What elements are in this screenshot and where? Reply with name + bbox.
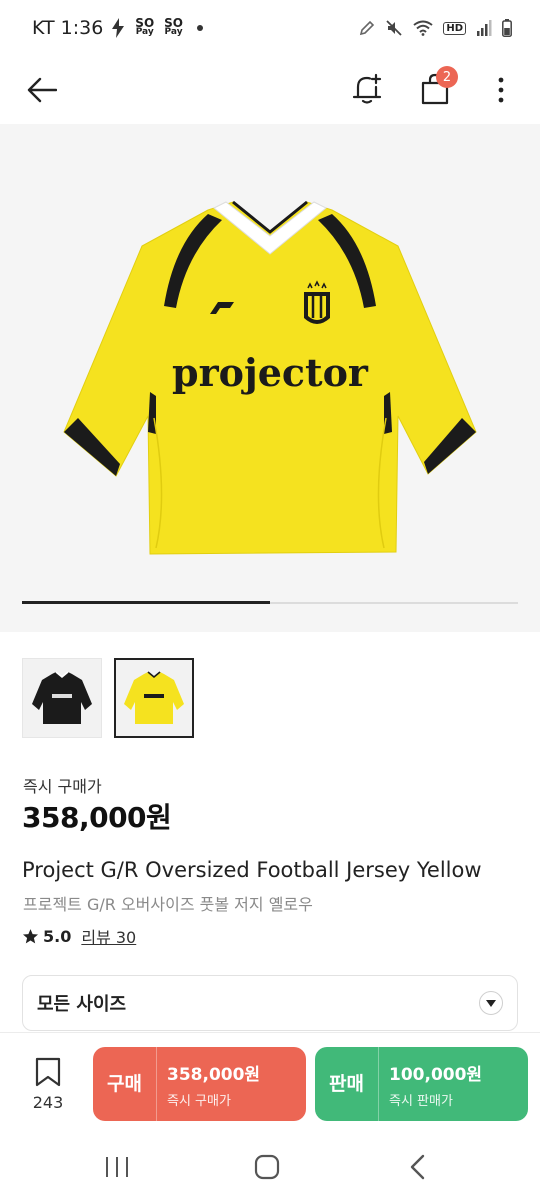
sell-button-kind: 판매 xyxy=(315,1047,379,1121)
recent-apps-icon xyxy=(106,1157,128,1177)
sell-button-price: 100,000원 xyxy=(389,1064,483,1085)
home-icon xyxy=(254,1154,280,1180)
buy-button-price: 358,000원 xyxy=(167,1064,261,1085)
thumbnail-yellow-jersey[interactable] xyxy=(114,658,194,738)
notification-add-button[interactable] xyxy=(346,68,388,110)
rating-score: 5.0 xyxy=(43,926,72,946)
back-button[interactable] xyxy=(22,70,62,110)
system-nav-bar xyxy=(0,1128,540,1200)
wifi-icon xyxy=(413,20,433,36)
rating-row: 5.0 리뷰 30 xyxy=(22,924,136,948)
nav-back-icon xyxy=(410,1154,425,1180)
charging-icon xyxy=(112,18,125,38)
bookmark-count: 243 xyxy=(32,1093,64,1112)
pay-indicator-2: SO Pay xyxy=(164,16,183,37)
black-jersey-thumbnail-image xyxy=(32,671,92,724)
network-hd-badge: HD xyxy=(443,21,466,35)
notification-dot xyxy=(196,25,203,31)
product-price: 358,000원 xyxy=(22,801,172,834)
more-options-button[interactable] xyxy=(486,70,516,110)
image-carousel-progress xyxy=(22,601,518,604)
review-link[interactable]: 리뷰 30 xyxy=(81,924,136,948)
app-bar: 2 xyxy=(0,56,540,124)
pen-icon xyxy=(360,20,375,36)
thumbnail-strip xyxy=(22,658,194,738)
home-button[interactable] xyxy=(254,1154,280,1184)
more-vertical-icon xyxy=(498,77,504,103)
sell-button[interactable]: 판매 100,000원 즉시 판매가 xyxy=(315,1047,528,1121)
carousel-progress-fill xyxy=(22,601,270,604)
bookmark-button[interactable]: 243 xyxy=(22,1057,74,1112)
product-title-ko: 프로젝트 G/R 오버사이즈 풋볼 저지 옐로우 xyxy=(23,895,313,914)
bottom-action-bar: 243 구매 358,000원 즉시 구매가 판매 100,000원 즉시 판매… xyxy=(0,1032,540,1128)
size-selector-label: 모든 사이즈 xyxy=(37,994,127,1015)
thumbnail-black-jersey[interactable] xyxy=(22,658,102,738)
pay-indicator: SO Pay xyxy=(135,16,155,37)
star-icon xyxy=(22,928,39,943)
jersey-image: projector xyxy=(63,200,477,555)
buy-button[interactable]: 구매 358,000원 즉시 구매가 xyxy=(93,1047,306,1121)
yellow-jersey-thumbnail-image xyxy=(124,671,184,724)
cart-count-badge: 2 xyxy=(436,66,458,88)
status-time: KT 1:36 xyxy=(32,17,104,39)
product-title-en: Project G/R Oversized Football Jersey Ye… xyxy=(22,858,482,882)
sell-button-sub: 즉시 판매가 xyxy=(389,1093,453,1109)
battery-icon xyxy=(502,19,512,37)
size-selector[interactable]: 모든 사이즈 xyxy=(22,975,518,1031)
jersey-wordmark: projector xyxy=(172,350,369,395)
buy-button-kind: 구매 xyxy=(93,1047,157,1121)
status-bar: KT 1:36 SO Pay SO Pay HD xyxy=(0,0,540,56)
chevron-down-icon xyxy=(479,991,503,1015)
bookmark-icon xyxy=(35,1057,61,1087)
recent-apps-button[interactable] xyxy=(104,1156,130,1182)
cart-button[interactable]: 2 xyxy=(412,66,458,112)
nav-back-button[interactable] xyxy=(408,1154,426,1184)
instant-purchase-label: 즉시 구매가 xyxy=(23,777,102,796)
buy-button-sub: 즉시 구매가 xyxy=(167,1093,231,1109)
signal-icon xyxy=(477,20,492,36)
product-image-carousel[interactable]: projector xyxy=(0,124,540,632)
back-arrow-icon xyxy=(27,77,57,103)
mute-icon xyxy=(386,20,402,36)
bell-add-icon xyxy=(352,73,382,104)
